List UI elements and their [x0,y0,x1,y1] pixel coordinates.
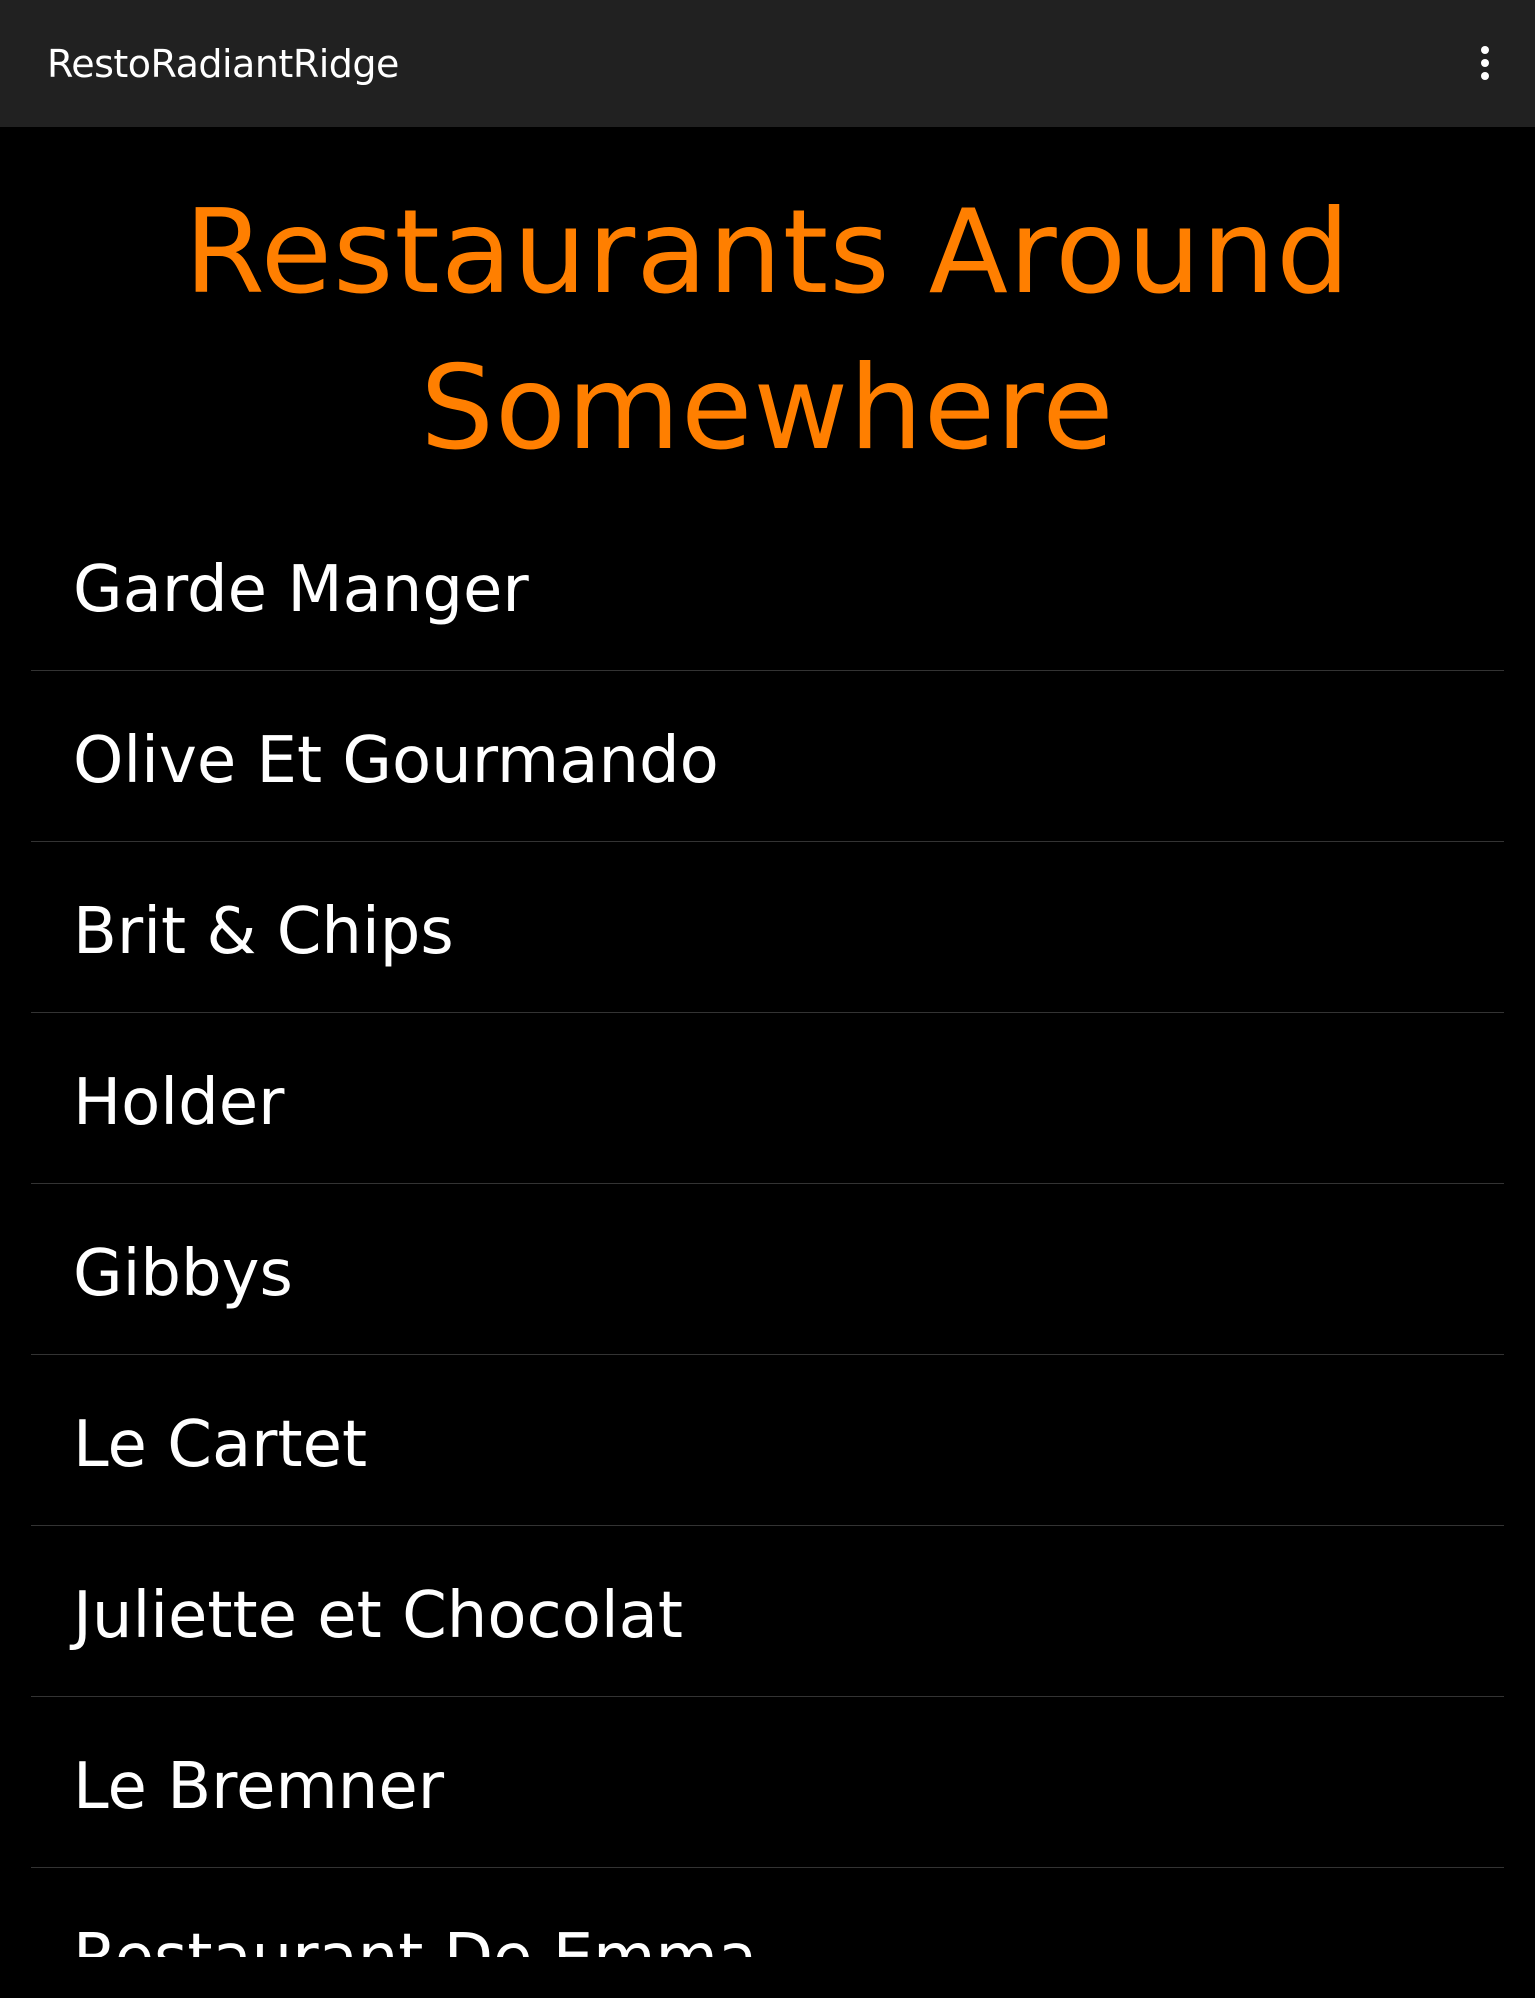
restaurant-list-item[interactable]: Restaurant De Emma [31,1868,1504,1957]
restaurant-list-item[interactable]: Garde Manger [31,500,1504,671]
restaurant-name: Holder [73,1066,285,1140]
restaurant-list-item[interactable]: Le Bremner [31,1697,1504,1868]
restaurant-name: Gibbys [73,1237,293,1311]
app-title: RestoRadiantRidge [47,42,399,86]
restaurant-name: Le Bremner [73,1750,445,1824]
restaurant-list-item[interactable]: Juliette et Chocolat [31,1526,1504,1697]
restaurant-name: Olive Et Gourmando [73,724,719,798]
more-vertical-icon[interactable] [1455,33,1515,93]
app-bar: RestoRadiantRidge [0,0,1535,127]
restaurant-list-item[interactable]: Holder [31,1013,1504,1184]
restaurant-list-item[interactable]: Le Cartet [31,1355,1504,1526]
restaurant-list-item[interactable]: Olive Et Gourmando [31,671,1504,842]
restaurant-name: Garde Manger [73,553,529,627]
restaurant-list-item[interactable]: Brit & Chips [31,842,1504,1013]
restaurant-name: Restaurant De Emma [73,1918,757,1957]
restaurant-list-item[interactable]: Gibbys [31,1184,1504,1355]
restaurant-name: Le Cartet [73,1408,368,1482]
page-heading: Restaurants Around Somewhere [184,185,1351,476]
restaurant-name: Juliette et Chocolat [73,1579,683,1653]
restaurant-list: Garde Manger Olive Et Gourmando Brit & C… [31,500,1504,1957]
restaurant-name: Brit & Chips [73,895,454,969]
